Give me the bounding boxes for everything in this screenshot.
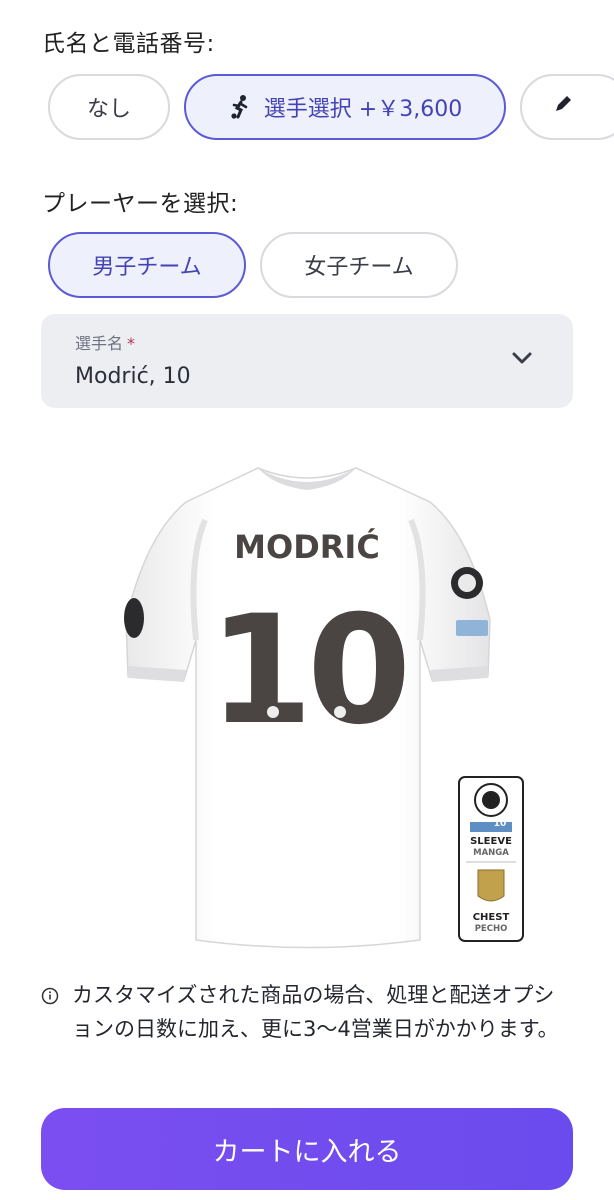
player-name-select[interactable]: 選手名 * Modrić, 10 xyxy=(41,314,573,408)
option-custom-button[interactable] xyxy=(520,74,614,140)
tab-womens-team[interactable]: 女子チーム xyxy=(260,232,458,298)
player-name-select-label: 選手名 * xyxy=(75,330,135,354)
add-to-cart-button[interactable]: カートに入れる xyxy=(41,1108,573,1190)
patch-sleeve-en: SLEEVE xyxy=(470,836,512,847)
option-player-select-label: 選手選択 +￥3,600 xyxy=(263,97,463,122)
jersey-name-text: MODRIĆ xyxy=(234,527,380,566)
tab-mens-team[interactable]: 男子チーム xyxy=(48,232,246,298)
customization-notice: カスタマイズされた商品の場合、処理と配送オプションの日数に加え、更に3〜4営業日… xyxy=(72,983,559,1041)
option-none-button[interactable]: なし xyxy=(48,74,170,140)
patch-sleeve-small: 10 xyxy=(493,819,507,829)
patch-info-card: 10 SLEEVE MANGA CHEST PECHO xyxy=(458,776,524,942)
player-title: プレーヤーを選択: xyxy=(42,191,239,217)
pen-icon xyxy=(552,93,574,121)
required-mark: * xyxy=(127,334,136,353)
info-icon xyxy=(41,987,59,1009)
player-name-value: Modrić, 10 xyxy=(75,364,191,389)
soccer-player-icon xyxy=(228,94,254,120)
player-name-label-text: 選手名 xyxy=(75,334,124,353)
option-player-select-button[interactable]: 選手選択 +￥3,600 xyxy=(184,74,506,140)
name-number-title: 氏名と電話番号: xyxy=(42,31,215,57)
option-none-label: なし xyxy=(86,97,131,122)
patch-sleeve-es: MANGA xyxy=(473,848,509,858)
patch-chest-es: PECHO xyxy=(474,924,508,934)
patch-chest-en: CHEST xyxy=(472,912,510,923)
jersey-number-text: 10 xyxy=(209,584,406,758)
tab-mens-team-label: 男子チーム xyxy=(92,255,202,280)
tab-womens-team-label: 女子チーム xyxy=(304,255,414,280)
chevron-down-icon[interactable] xyxy=(511,350,533,369)
